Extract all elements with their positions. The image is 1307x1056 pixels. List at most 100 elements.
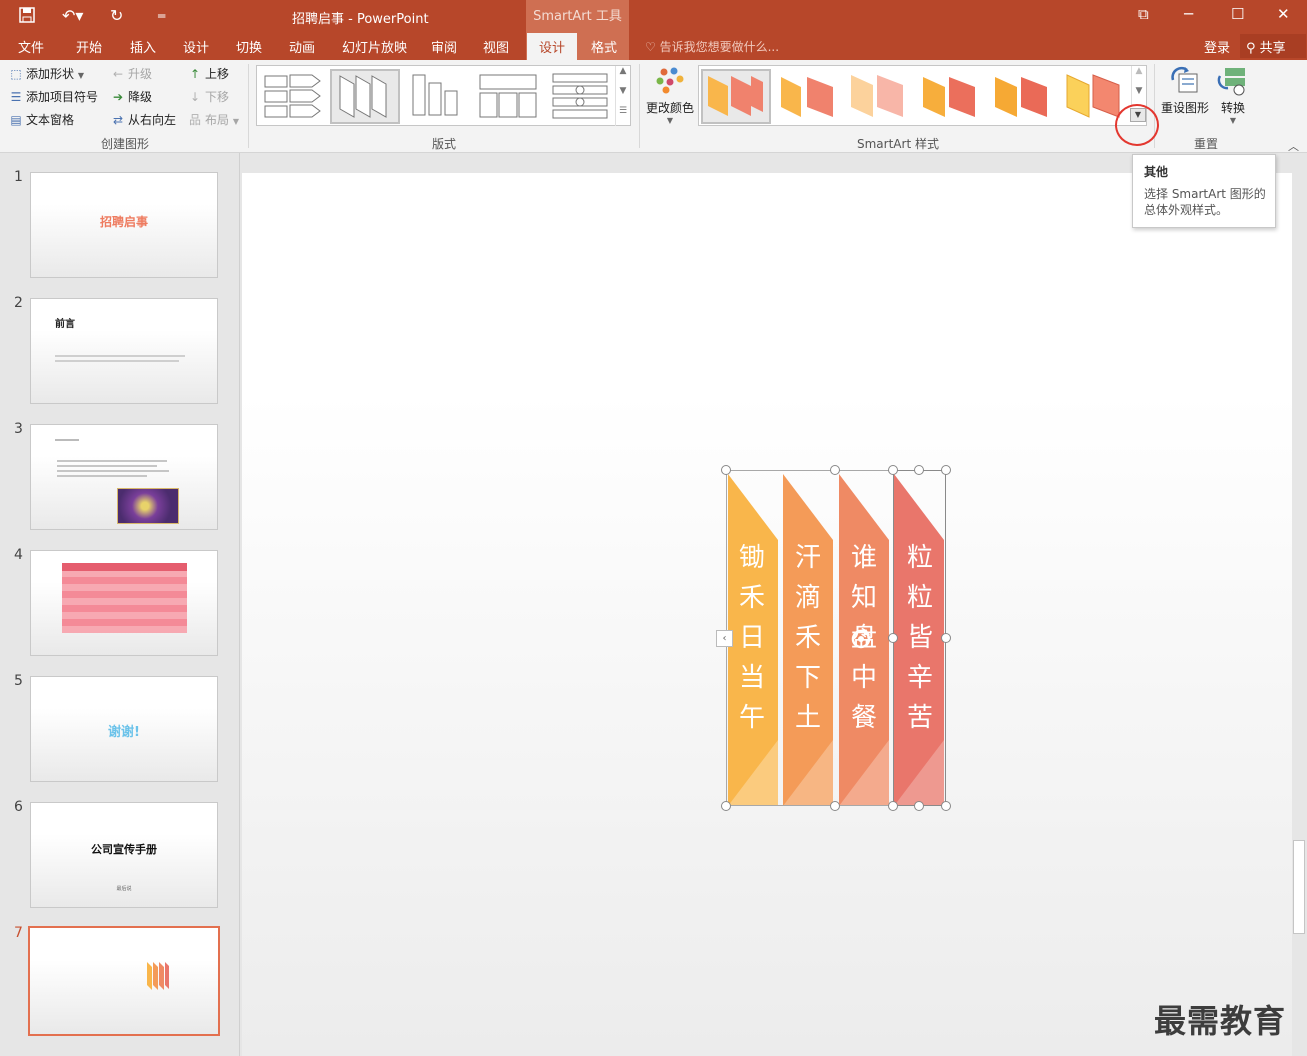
demote-button[interactable]: ➔ 降级 [110,88,152,105]
tab-transitions[interactable]: 切换 [236,37,262,56]
gallery-scroll-down[interactable]: ▼ [1131,86,1146,106]
share-button[interactable]: ⚲ 共享 [1240,34,1306,58]
rotate-icon[interactable] [848,626,874,652]
style-option-4[interactable] [919,69,981,124]
save-icon[interactable] [18,6,36,28]
highlight-circle [1115,104,1159,146]
resize-handle-sw[interactable] [721,801,731,811]
tab-insert[interactable]: 插入 [130,37,156,56]
style-option-5[interactable] [991,69,1053,124]
reset-graphic-button[interactable]: 重设图形 [1160,66,1210,116]
tab-format[interactable]: 格式 [591,37,617,56]
tooltip-title: 其他 [1144,165,1169,179]
column-text-1[interactable]: 锄禾日当午 [732,538,772,738]
slide-number: 6 [14,799,23,815]
layout-option-3[interactable] [407,69,467,124]
add-bullet-button[interactable]: ☰ 添加项目符号 [8,88,98,105]
ribbon-display-icon[interactable]: ⧉ [1138,5,1149,23]
scrollbar-thumb[interactable] [1293,840,1305,934]
resize-handle-n[interactable] [830,465,840,475]
collapse-ribbon-icon[interactable]: ︿ [1288,138,1299,154]
column-text-4[interactable]: 粒粒皆辛苦 [900,538,940,738]
dropdown-arrow-icon: ▼ [666,116,674,125]
tab-review[interactable]: 审阅 [431,37,457,56]
slide-number: 3 [14,421,23,437]
slide-thumbnail-2[interactable]: 前言 [30,298,218,404]
slide-title: 谢谢! [108,725,140,740]
styles-group-label: SmartArt 样式 [857,137,939,151]
smartart-styles-gallery: ▲ ▼ [698,65,1147,126]
slide-thumbnail-3[interactable] [30,424,218,530]
undo-icon[interactable]: ↶▾ [62,6,83,25]
tab-smartart-design[interactable]: 设计 [527,33,577,60]
reset-group-label: 重置 [1194,137,1219,151]
lightbulb-icon: ♡ [645,40,660,54]
text-line [55,439,79,441]
layout-option-1[interactable] [262,69,326,124]
layout-option-5[interactable] [549,69,611,124]
style-option-2[interactable] [777,69,839,124]
style-option-6[interactable] [1063,69,1125,124]
convert-icon [1217,68,1245,96]
org-chart-icon: 品 [188,113,201,127]
gallery-more[interactable]: ☰ [615,106,630,126]
slide-title: 招聘启事 [99,215,148,229]
tab-animations[interactable]: 动画 [289,37,315,56]
slide-thumbnail-5[interactable]: 谢谢! [30,676,218,782]
style-option-3[interactable] [847,69,911,124]
promote-button[interactable]: ← 升级 [110,65,152,82]
slide-thumbnail-7[interactable] [28,926,220,1036]
slide-thumbnail-1[interactable]: 招聘启事 [30,172,218,278]
tab-slideshow[interactable]: 幻灯片放映 [342,37,407,56]
text-line [57,460,167,462]
gallery-scroll-up[interactable]: ▲ [615,66,630,86]
shape-handle-sw[interactable] [888,801,898,811]
smartart-mini [147,962,169,990]
slide-thumbnail-4[interactable] [30,550,218,656]
resize-handle-s[interactable] [830,801,840,811]
tab-file[interactable]: 文件 [18,37,44,56]
convert-button[interactable]: 转换 ▼ [1212,66,1254,125]
slide-thumbnail-6[interactable]: 公司宣传手册 最后说 [30,802,218,908]
slide-number: 5 [14,673,23,689]
tell-me-search[interactable]: ♡ 告诉我您想要做什么... [645,38,779,55]
close-icon[interactable]: ✕ [1277,5,1290,23]
login-link[interactable]: 登录 [1204,37,1230,56]
shape-handle-n[interactable] [914,465,924,475]
reset-graphic-icon [1171,66,1198,93]
right-to-left-button[interactable]: ⇄ 从右向左 [110,111,176,128]
move-down-button[interactable]: ↓ 下移 [187,88,229,105]
redo-icon[interactable]: ↻ [110,6,123,25]
slide-number: 2 [14,295,23,311]
add-shape-button[interactable]: ⬚ 添加形状 ▼ [8,65,84,82]
text-pane-button[interactable]: ▤ 文本窗格 [8,111,74,128]
customize-icon[interactable]: ═ [158,9,165,23]
tab-view[interactable]: 视图 [483,37,509,56]
resize-handle-se[interactable] [941,801,951,811]
column-text-2[interactable]: 汗滴禾下土 [788,538,828,738]
tab-design[interactable]: 设计 [183,37,209,56]
resize-handle-e[interactable] [941,633,951,643]
maximize-icon[interactable]: ☐ [1231,5,1244,23]
text-line [57,470,169,472]
resize-handle-ne[interactable] [941,465,951,475]
arrow-down-icon: ↓ [189,90,201,104]
shape-handle-s[interactable] [914,801,924,811]
layouts-gallery: ▲ ▼ ☰ [256,65,631,126]
layout-option-2[interactable] [330,69,400,124]
style-option-1[interactable] [701,69,771,124]
layout-button[interactable]: 品布局 ▼ [187,111,239,128]
gallery-scroll-down[interactable]: ▼ [615,86,630,106]
layout-option-4[interactable] [477,69,539,124]
move-up-button[interactable]: ↑ 上移 [187,65,229,82]
gallery-scroll-up[interactable]: ▲ [1131,66,1146,86]
tooltip-body: 选择 SmartArt 图形的总体外观样式。 [1144,187,1266,217]
text-pane-toggle[interactable]: ‹ [716,630,733,647]
resize-handle-nw[interactable] [721,465,731,475]
minimize-icon[interactable]: ─ [1184,5,1193,23]
tab-home[interactable]: 开始 [76,37,102,56]
change-colors-button[interactable]: 更改颜色 ▼ [645,66,695,125]
slide-thumbnail-pane: 1 招聘启事 2 前言 3 4 5 谢谢! 6 公司宣传手册 最后说 7 [0,153,240,1056]
shape-handle-nw[interactable] [888,465,898,475]
shape-handle-w[interactable] [888,633,898,643]
